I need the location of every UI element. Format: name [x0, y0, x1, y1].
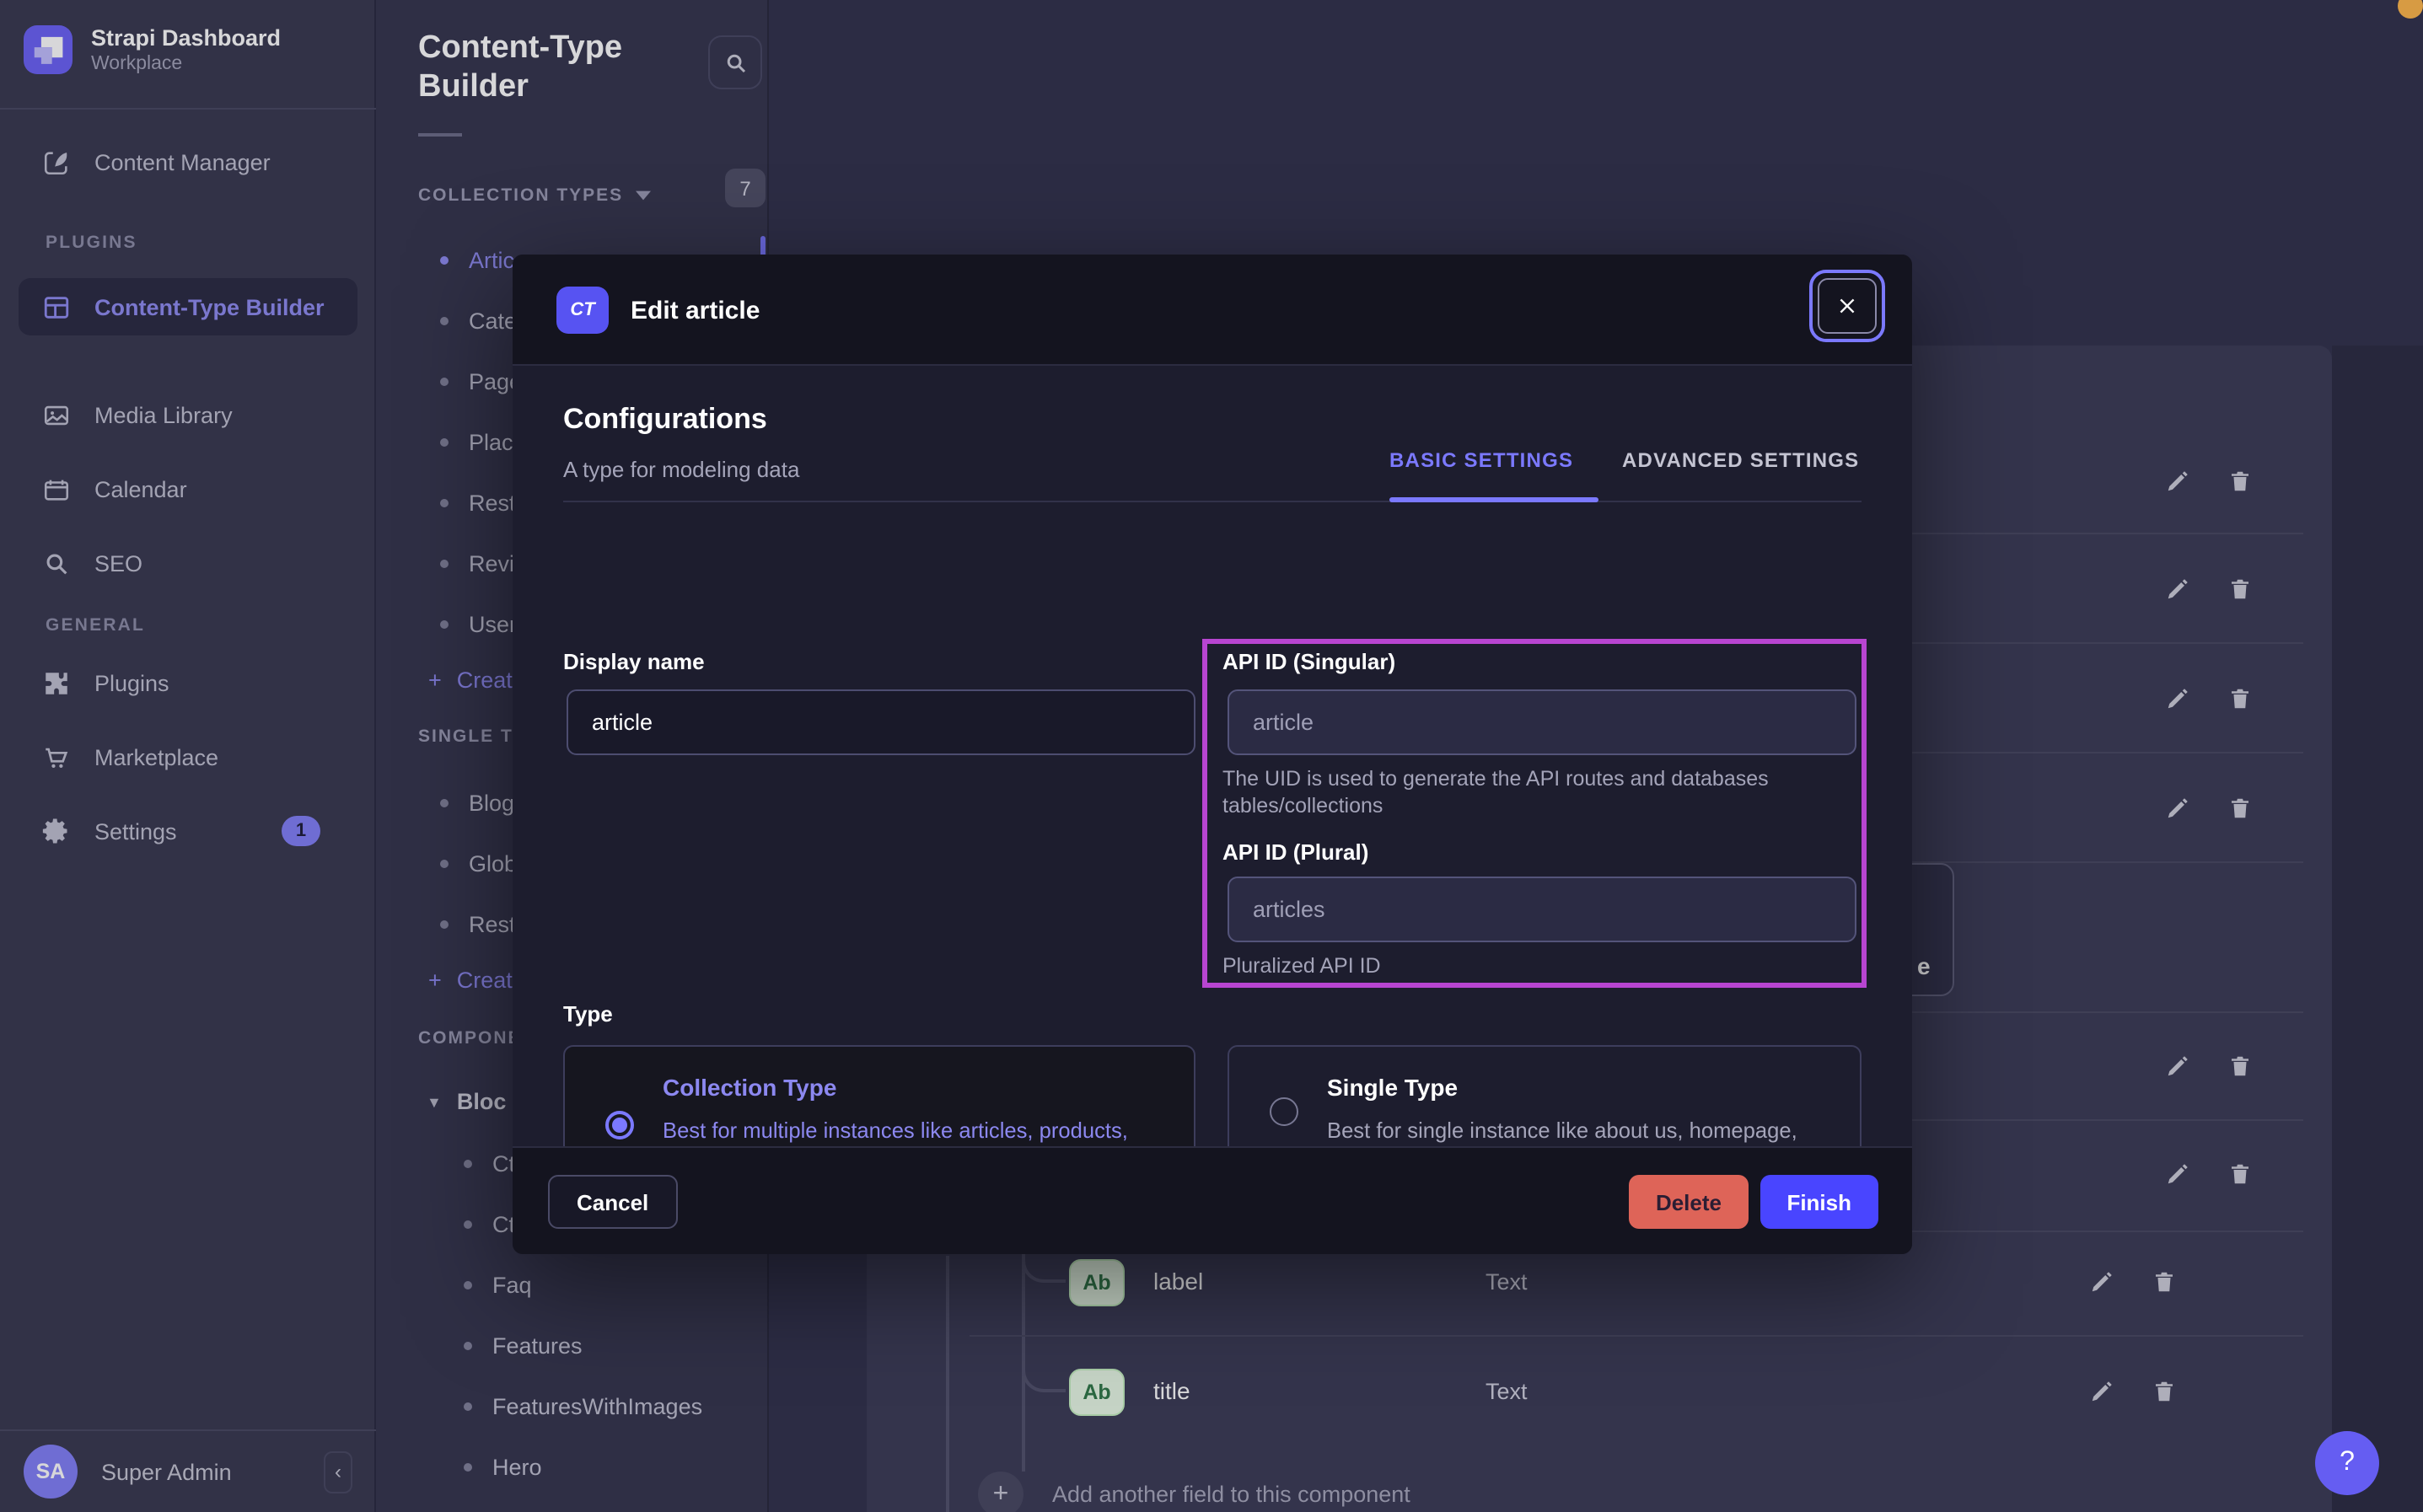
app-root: Strapi Dashboard Workplace Content Manag…	[0, 0, 2423, 1512]
api-id-singular-help: The UID is used to generate the API rout…	[1222, 767, 1846, 819]
tab-basic-settings[interactable]: BASIC SETTINGS	[1389, 448, 1573, 472]
modal-footer: Cancel Delete Finish	[513, 1146, 1912, 1254]
finish-button[interactable]: Finish	[1759, 1175, 1878, 1229]
api-id-plural-input[interactable]	[1228, 877, 1856, 942]
api-id-singular-label: API ID (Singular)	[1222, 649, 1395, 674]
tabs-divider	[563, 501, 1862, 502]
option-title: Collection Type	[663, 1074, 836, 1101]
api-id-plural-help: Pluralized API ID	[1222, 954, 1381, 980]
content-type-badge: CT	[556, 287, 609, 334]
radio-unselected-icon[interactable]	[1270, 1097, 1298, 1126]
type-label: Type	[563, 1001, 613, 1027]
modal-body: Configurations A type for modeling data …	[513, 366, 1912, 1146]
display-name-label: Display name	[563, 649, 705, 674]
delete-button[interactable]: Delete	[1629, 1175, 1749, 1229]
close-button[interactable]	[1809, 270, 1885, 342]
tab-advanced-settings[interactable]: ADVANCED SETTINGS	[1622, 448, 1859, 472]
display-name-input[interactable]	[567, 689, 1195, 755]
configurations-heading: Configurations	[563, 403, 767, 437]
option-title: Single Type	[1327, 1074, 1458, 1101]
modal-title: Edit article	[631, 297, 760, 325]
api-id-plural-label: API ID (Plural)	[1222, 839, 1368, 865]
active-tab-underline	[1389, 497, 1598, 502]
help-button[interactable]: ?	[2315, 1431, 2379, 1495]
edit-article-modal: CT Edit article Configurations A type fo…	[513, 255, 1912, 1254]
close-icon	[1836, 295, 1858, 317]
configurations-subheading: A type for modeling data	[563, 457, 799, 482]
cancel-button[interactable]: Cancel	[548, 1175, 677, 1229]
modal-header: CT Edit article	[513, 255, 1912, 366]
radio-selected-icon[interactable]	[605, 1111, 634, 1139]
api-id-singular-input[interactable]	[1228, 689, 1856, 755]
